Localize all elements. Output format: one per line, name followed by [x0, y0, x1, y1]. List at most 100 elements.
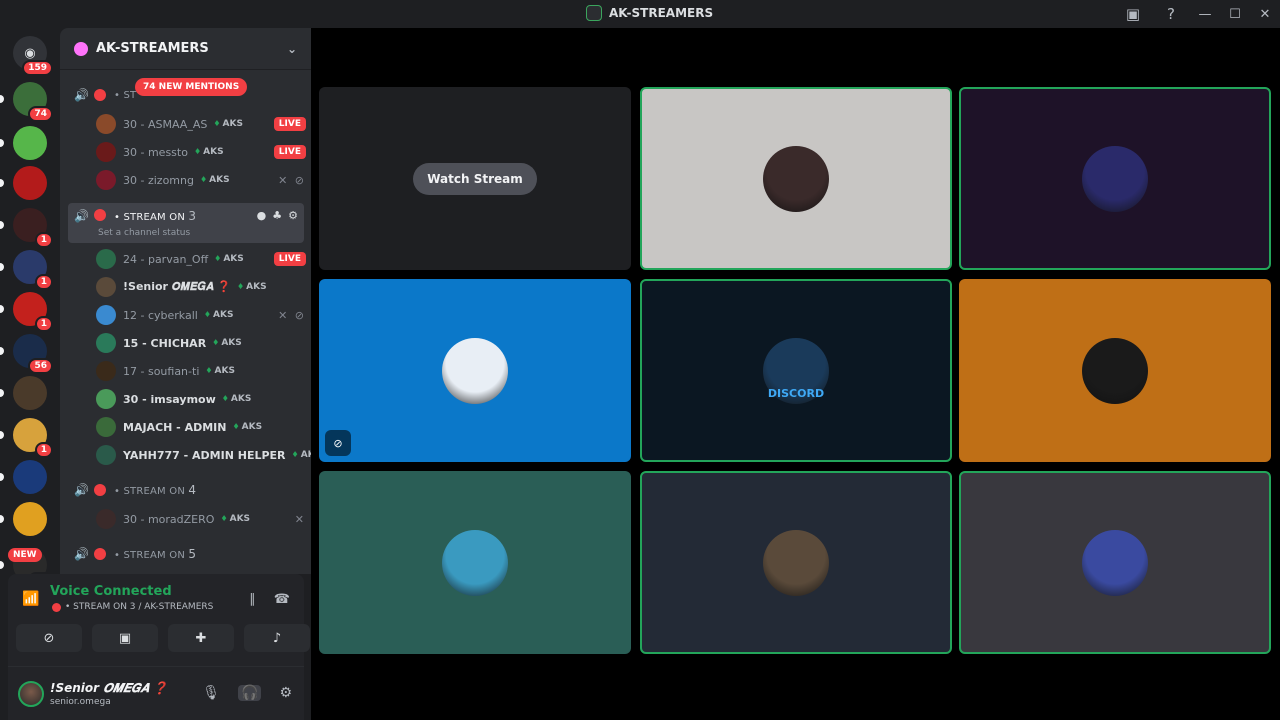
- user-avatar[interactable]: [18, 681, 44, 707]
- server-icon[interactable]: [13, 166, 47, 200]
- close-button[interactable]: ✕: [1250, 7, 1280, 22]
- channel-status[interactable]: Set a channel status: [98, 228, 190, 238]
- minimize-button[interactable]: —: [1190, 7, 1220, 22]
- voice-member[interactable]: 30 - zizomng AKS ✕ ⊘: [96, 168, 306, 192]
- member-avatar: [96, 305, 116, 325]
- voice-member[interactable]: YAHH777 - ADMIN HELPER AK: [96, 443, 311, 467]
- member-name: 30 - zizomng: [123, 173, 194, 187]
- home-button[interactable]: ◉ 159: [13, 36, 53, 76]
- screen-share-button[interactable]: ▣: [92, 624, 158, 652]
- participant-avatar: [442, 529, 508, 596]
- disconnect-icon[interactable]: ☎: [274, 592, 290, 607]
- headphones-icon[interactable]: 🎧: [238, 685, 262, 701]
- voice-connected-title[interactable]: Voice Connected: [50, 584, 172, 599]
- participant-tile[interactable]: DISCORD: [640, 279, 952, 462]
- unread-pill: [0, 389, 4, 397]
- live-badge[interactable]: LIVE: [273, 117, 306, 131]
- soundboard-button[interactable]: ♪: [244, 624, 310, 652]
- voice-member[interactable]: MAJACH - ADMIN AKS: [96, 415, 306, 439]
- chevron-down-icon: ⌄: [286, 41, 297, 56]
- member-avatar: [96, 249, 116, 269]
- user-name[interactable]: !Senior 𝑶𝑴𝑬𝑮𝑨 ❓: [50, 681, 168, 696]
- activities-button[interactable]: ✚: [168, 624, 234, 652]
- member-tag: AKS: [200, 175, 229, 185]
- member-tag: AKS: [205, 366, 235, 376]
- participant-tile[interactable]: Watch Stream: [319, 87, 631, 270]
- camera-off-button[interactable]: ⊘: [16, 624, 82, 652]
- help-icon[interactable]: ?: [1152, 5, 1190, 23]
- video-off-icon[interactable]: ⊘: [325, 430, 351, 456]
- member-avatar: [96, 114, 116, 134]
- channel-name: STREAM ON: [123, 550, 186, 561]
- member-tag: AKS: [213, 119, 243, 129]
- microphone-icon[interactable]: 🎙: [202, 685, 220, 701]
- unread-pill: [0, 347, 4, 355]
- participant-tile[interactable]: [959, 279, 1271, 462]
- voice-channel-1[interactable]: 🔊 • ST: [68, 83, 304, 107]
- server-icon[interactable]: [13, 502, 47, 536]
- member-name: 30 - imsaymow: [123, 392, 216, 406]
- participant-tile[interactable]: [319, 471, 631, 654]
- member-avatar: [96, 389, 116, 409]
- maximize-button[interactable]: ☐: [1220, 7, 1250, 22]
- watch-stream-button[interactable]: Watch Stream: [413, 162, 537, 195]
- noise-suppression-icon[interactable]: ∥: [249, 592, 256, 607]
- speaker-icon: 🔊: [74, 209, 89, 223]
- voice-member[interactable]: 30 - ASMAA_AS AKS LIVE: [96, 112, 306, 136]
- voice-member[interactable]: !Senior 𝑶𝑴𝑬𝑮𝑨 ❓ AKS: [96, 275, 306, 299]
- live-badge[interactable]: LIVE: [273, 252, 306, 266]
- server-badge: 1: [34, 316, 53, 332]
- title-bar: AK-STREAMERS ▣ ? — ☐ ✕: [0, 0, 1280, 28]
- participant-tile[interactable]: [959, 471, 1271, 654]
- muted-icon: ✕ ⊘: [278, 308, 306, 322]
- server-icon[interactable]: [13, 460, 47, 494]
- voice-member[interactable]: 15 - CHICHAR AKS: [96, 331, 306, 355]
- speaker-icon: 🔊: [74, 547, 89, 561]
- new-badge[interactable]: NEW: [8, 548, 42, 562]
- member-avatar: [96, 170, 116, 190]
- server-icon[interactable]: 1: [13, 250, 53, 290]
- server-badge: 74: [28, 106, 53, 122]
- soundboard-icon: ♪: [272, 630, 282, 646]
- voice-member[interactable]: 30 - imsaymow AKS: [96, 387, 306, 411]
- server-icon[interactable]: 1: [13, 292, 53, 332]
- guild-header[interactable]: AK-STREAMERS ⌄: [60, 28, 311, 70]
- member-avatar: [96, 333, 116, 353]
- inbox-icon[interactable]: ▣: [1114, 5, 1152, 23]
- participant-tile[interactable]: [640, 471, 952, 654]
- chat-icon[interactable]: ●: [257, 209, 267, 222]
- avatar-logo-text: DISCORD: [767, 387, 825, 400]
- server-icon[interactable]: [13, 376, 47, 410]
- server-icon[interactable]: 1: [13, 418, 53, 458]
- voice-channel-3[interactable]: 🔊 • STREAM ON 3 Set a channel status ● ♣…: [68, 203, 304, 243]
- server-icon[interactable]: 1: [13, 208, 53, 248]
- voice-channel-4[interactable]: 🔊 • STREAM ON 4: [68, 478, 304, 502]
- voice-member[interactable]: 17 - soufian-ti AKS: [96, 359, 306, 383]
- channel-name: ST: [123, 89, 137, 101]
- voice-channel-5[interactable]: 🔊 • STREAM ON 5: [68, 542, 304, 566]
- member-tag: AKS: [237, 282, 266, 292]
- voice-member[interactable]: 30 - messto AKS LIVE: [96, 140, 306, 164]
- gear-icon[interactable]: ⚙: [279, 685, 292, 701]
- voice-member[interactable]: 24 - parvan_Off AKS LIVE: [96, 247, 306, 271]
- participant-tile[interactable]: ⊘: [319, 279, 631, 462]
- server-icon[interactable]: [13, 126, 47, 160]
- voice-member[interactable]: 12 - cyberkall AKS ✕ ⊘: [96, 303, 306, 327]
- channel-sidebar: AK-STREAMERS ⌄ 74 NEW MENTIONS 🔊 • ST 30…: [60, 28, 311, 574]
- participant-tile[interactable]: [640, 87, 952, 270]
- unread-pill: [0, 95, 4, 103]
- server-icon[interactable]: 56: [13, 334, 53, 374]
- server-icon[interactable]: 74: [13, 82, 53, 122]
- voice-member[interactable]: 30 - moradZERO AKS ✕: [96, 507, 306, 531]
- member-avatar: [96, 417, 116, 437]
- gear-icon[interactable]: ⚙: [288, 209, 298, 222]
- server-badge: 56: [28, 358, 53, 374]
- user-controls: 🎙 🎧 ⚙: [202, 685, 292, 701]
- add-member-icon[interactable]: ♣: [272, 209, 282, 222]
- member-tag: AKS: [194, 147, 223, 157]
- voice-channel-path[interactable]: • STREAM ON 3 / AK-STREAMERS: [52, 602, 213, 612]
- signal-icon[interactable]: 📶: [22, 591, 39, 607]
- video-stage: Watch Stream ⊘ DISCORD: [311, 28, 1280, 720]
- live-badge[interactable]: LIVE: [273, 145, 306, 159]
- participant-tile[interactable]: [959, 87, 1271, 270]
